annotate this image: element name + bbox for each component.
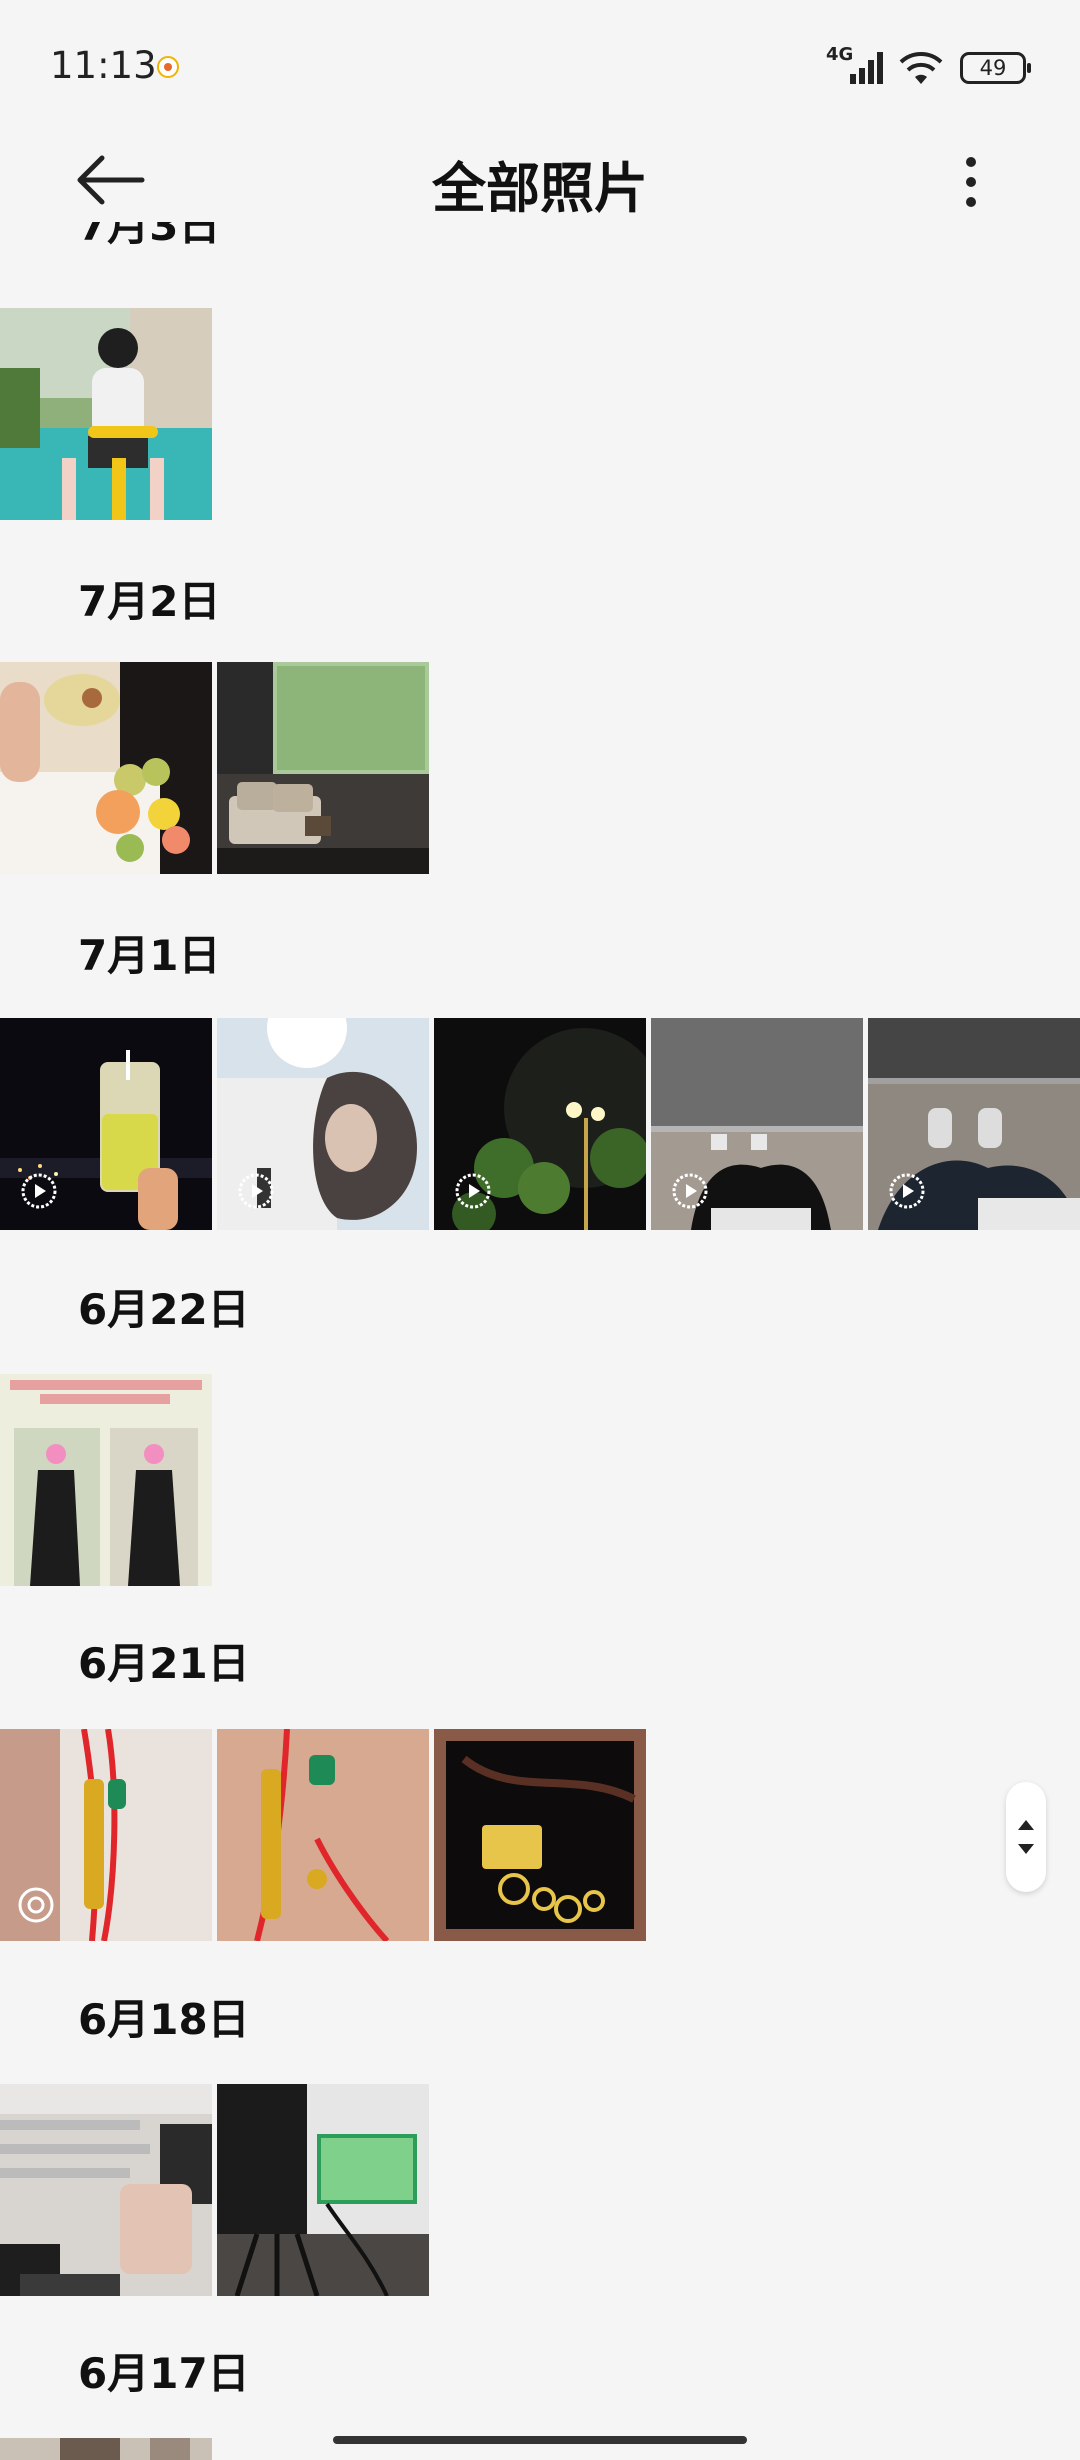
battery-indicator: 49 — [960, 52, 1031, 84]
top-app-bar: 全部照片 — [0, 130, 1080, 230]
video-play-icon — [455, 1173, 491, 1209]
video-play-icon — [889, 1173, 925, 1209]
date-header: 6月17日 — [78, 2349, 250, 2398]
notification-icon — [157, 56, 179, 78]
video-thumbnail[interactable] — [868, 1018, 1080, 1230]
live-photo-icon — [18, 1887, 54, 1923]
photo-thumbnail[interactable] — [217, 2084, 429, 2296]
more-options-icon[interactable] — [946, 152, 996, 212]
fast-scroll-handle[interactable] — [1006, 1782, 1046, 1892]
scroll-arrows-icon — [1018, 1820, 1034, 1854]
signal-icon — [850, 52, 883, 84]
video-thumbnail[interactable] — [0, 1018, 212, 1230]
photo-thumbnail[interactable] — [217, 662, 429, 874]
photo-thumbnail[interactable] — [0, 662, 212, 874]
photo-thumbnail[interactable] — [0, 1729, 212, 1941]
status-bar: 11:13 4G 49 — [0, 0, 1080, 130]
status-time: 11:13 — [50, 44, 157, 87]
date-header: 7月1日 — [78, 931, 221, 980]
wifi-icon — [899, 52, 943, 84]
photo-thumbnail[interactable] — [0, 2084, 212, 2296]
photo-thumbnail[interactable] — [0, 308, 212, 520]
photo-thumbnail[interactable] — [217, 1729, 429, 1941]
video-thumbnail[interactable] — [434, 1018, 646, 1230]
date-header: 7月2日 — [78, 577, 221, 626]
video-thumbnail[interactable] — [651, 1018, 863, 1230]
date-header: 6月18日 — [78, 1995, 250, 2044]
video-play-icon — [21, 1173, 57, 1209]
video-play-icon — [672, 1173, 708, 1209]
date-header-partial: 7月3日 — [78, 222, 221, 250]
video-play-icon — [238, 1173, 274, 1209]
date-header: 6月21日 — [78, 1639, 250, 1688]
date-header: 6月22日 — [78, 1285, 250, 1334]
photo-thumbnail[interactable] — [434, 1729, 646, 1941]
home-indicator[interactable] — [333, 2436, 747, 2444]
page-title: 全部照片 — [432, 157, 648, 220]
photo-thumbnail[interactable] — [0, 1374, 212, 1586]
photo-thumbnail[interactable] — [0, 2438, 212, 2460]
video-thumbnail[interactable] — [217, 1018, 429, 1230]
